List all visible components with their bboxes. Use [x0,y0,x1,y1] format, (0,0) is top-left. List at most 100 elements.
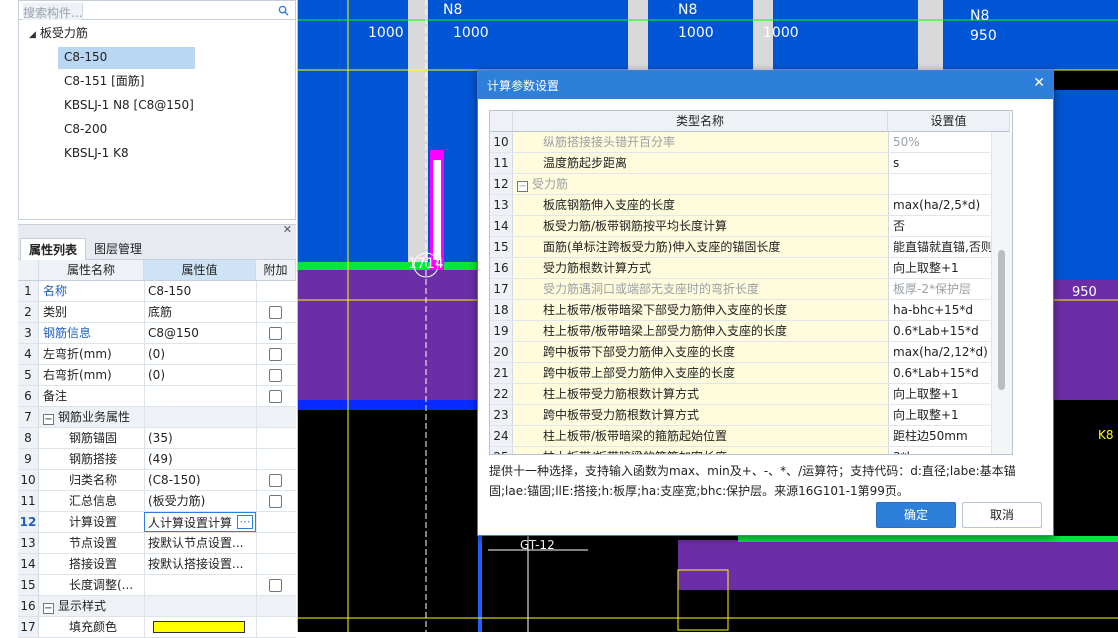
property-row[interactable]: 17 填充颜色 [18,617,296,638]
search-icon[interactable] [278,5,289,16]
setting-name: 跨中板带受力筋根数计算方式 [513,405,888,425]
dialog-titlebar[interactable]: 计算参数设置 ✕ [478,71,1053,99]
property-value[interactable]: (C8-150) [144,470,256,490]
extra-checkbox[interactable] [269,474,282,487]
tree-item[interactable]: C8-200 [58,119,107,141]
property-row[interactable]: 4 左弯折(mm) (0) [18,344,296,365]
property-row[interactable]: 3 钢筋信息 C8@150 [18,323,296,344]
property-value[interactable]: (0) [144,365,256,385]
property-name: − 钢筋业务属性 [43,407,144,427]
extra-checkbox[interactable] [269,306,282,319]
property-row[interactable]: 12 计算设置 人计算设置计算 ⋯ [18,512,296,533]
property-value[interactable] [144,386,256,406]
setting-row[interactable]: 24 柱上板带/板带暗梁的箍筋起始位置 距柱边50mm [490,426,990,447]
property-row[interactable]: 9 钢筋搭接 (49) [18,449,296,470]
property-name: 左弯折(mm) [43,347,112,361]
property-value[interactable] [144,575,256,595]
setting-row[interactable]: 17 受力筋遇洞口或端部无支座时的弯折长度 板厚-2*保护层 [490,279,990,300]
cad-label: 1000 [763,25,799,41]
panel-splitter[interactable]: ✕ [18,223,296,236]
tab-layer-manager[interactable]: 图层管理 [86,238,150,260]
setting-row[interactable]: 11 温度筋起步距离 s [490,153,990,174]
setting-row[interactable]: 19 柱上板带/板带暗梁上部受力筋伸入支座的长度 0.6*Lab+15*d [490,321,990,342]
setting-row[interactable]: 21 跨中板带上部受力筋伸入支座的长度 0.6*Lab+15*d [490,363,990,384]
property-value[interactable]: (0) [144,344,256,364]
property-value[interactable]: (49) [144,449,256,469]
group-label: 显示样式 [58,599,107,613]
property-row[interactable]: 1 名称 C8-150 [18,281,296,302]
setting-row[interactable]: 23 跨中板带受力筋根数计算方式 向上取整+1 [490,405,990,426]
setting-row[interactable]: 13 板底钢筋伸入支座的长度 max(ha/2,5*d) [490,195,990,216]
property-row[interactable]: 16− 显示样式 [18,596,296,617]
property-row[interactable]: 8 钢筋锚固 (35) [18,428,296,449]
property-value[interactable]: 底筋 [144,302,256,322]
property-value[interactable]: 按默认搭接设置... [144,554,256,574]
setting-row[interactable]: 16 受力筋根数计算方式 向上取整+1 [490,258,990,279]
property-value[interactable] [144,617,256,637]
extra-checkbox[interactable] [269,390,282,403]
setting-row[interactable]: 10 纵筋搭接接头错开百分率 50% [490,132,990,153]
row-number: 17 [18,617,39,637]
extra-checkbox[interactable] [269,369,282,382]
tree-item[interactable]: KBSLJ-1 K8 [58,143,129,165]
property-row[interactable]: 13 节点设置 按默认节点设置... [18,533,296,554]
panel-tabs: 属性列表 图层管理 [18,236,296,260]
row-number: 15 [18,575,39,595]
extra-cell [256,512,296,532]
property-row[interactable]: 7− 钢筋业务属性 [18,407,296,428]
ellipsis-button[interactable]: ⋯ [237,515,253,529]
setting-row[interactable]: 25柱上板带/板带暗梁的箍筋加密长度3*h [490,447,990,454]
row-number: 14 [490,216,513,236]
extra-checkbox[interactable] [269,348,282,361]
property-row[interactable]: 5 右弯折(mm) (0) [18,365,296,386]
collapse-icon[interactable]: − [43,603,54,614]
extra-checkbox[interactable] [269,495,282,508]
extra-cell [256,386,296,406]
row-number: 21 [490,363,513,383]
tree-root-label: 板受力筋 [39,26,88,40]
extra-checkbox[interactable] [269,579,282,592]
property-value[interactable] [144,407,256,427]
fill-color-swatch[interactable] [153,621,245,633]
collapse-triangle-icon[interactable]: ◢ [29,30,36,40]
property-row[interactable]: 14 搭接设置 按默认搭接设置... [18,554,296,575]
setting-row[interactable]: 12− 受力筋 [490,174,990,195]
search-input[interactable]: 搜索构件... [18,0,296,24]
property-row[interactable]: 11 汇总信息 (板受力筋) [18,491,296,512]
property-value[interactable]: 按默认节点设置... [144,533,256,553]
setting-name: 跨中板带下部受力筋伸入支座的长度 [513,342,888,362]
property-row[interactable]: 10 归类名称 (C8-150) [18,470,296,491]
setting-row[interactable]: 15 面筋(单标注跨板受力筋)伸入支座的锚固长度 能直锚就直锚,否则... [490,237,1004,258]
setting-row[interactable]: 22 柱上板带受力筋根数计算方式 向上取整+1 [490,384,990,405]
property-value[interactable]: (板受力筋) [144,491,256,511]
property-value[interactable]: 人计算设置计算 ⋯ [144,512,256,532]
ok-button[interactable]: 确定 [876,502,956,528]
setting-name: 面筋(单标注跨板受力筋)伸入支座的锚固长度 [513,237,888,257]
vertical-scrollbar[interactable] [991,132,1012,454]
setting-row[interactable]: 18 柱上板带/板带暗梁下部受力筋伸入支座的长度 ha-bhc+15*d [490,300,990,321]
property-row[interactable]: 2 类别 底筋 [18,302,296,323]
property-row[interactable]: 15 长度调整(... [18,575,296,596]
property-value[interactable]: C8-150 [144,281,256,301]
scrollbar-thumb[interactable] [998,250,1005,390]
tree-item[interactable]: KBSLJ-1 N8 [C8@150] [58,95,194,117]
collapse-icon[interactable]: − [517,181,528,192]
extra-cell [256,365,296,385]
row-number: 8 [18,428,39,448]
extra-checkbox[interactable] [269,327,282,340]
tree-root[interactable]: ◢ 板受力筋 [29,23,88,45]
collapse-icon[interactable]: − [43,414,54,425]
property-row[interactable]: 6 备注 [18,386,296,407]
setting-row[interactable]: 20 跨中板带下部受力筋伸入支座的长度 max(ha/2,12*d) [490,342,990,363]
setting-row[interactable]: 14 板受力筋/板带钢筋按平均长度计算否 [490,216,990,237]
property-value[interactable]: (35) [144,428,256,448]
tab-property-list[interactable]: 属性列表 [20,238,87,260]
tree-item[interactable]: C8-151 [面筋] [58,71,144,93]
row-number: 2 [18,302,39,322]
cancel-button[interactable]: 取消 [962,502,1042,528]
property-value[interactable] [144,596,256,616]
tree-item[interactable]: C8-150 [58,47,195,69]
close-icon[interactable]: ✕ [283,223,292,236]
property-value[interactable]: C8@150 [144,323,256,343]
close-icon[interactable]: ✕ [1033,75,1045,91]
